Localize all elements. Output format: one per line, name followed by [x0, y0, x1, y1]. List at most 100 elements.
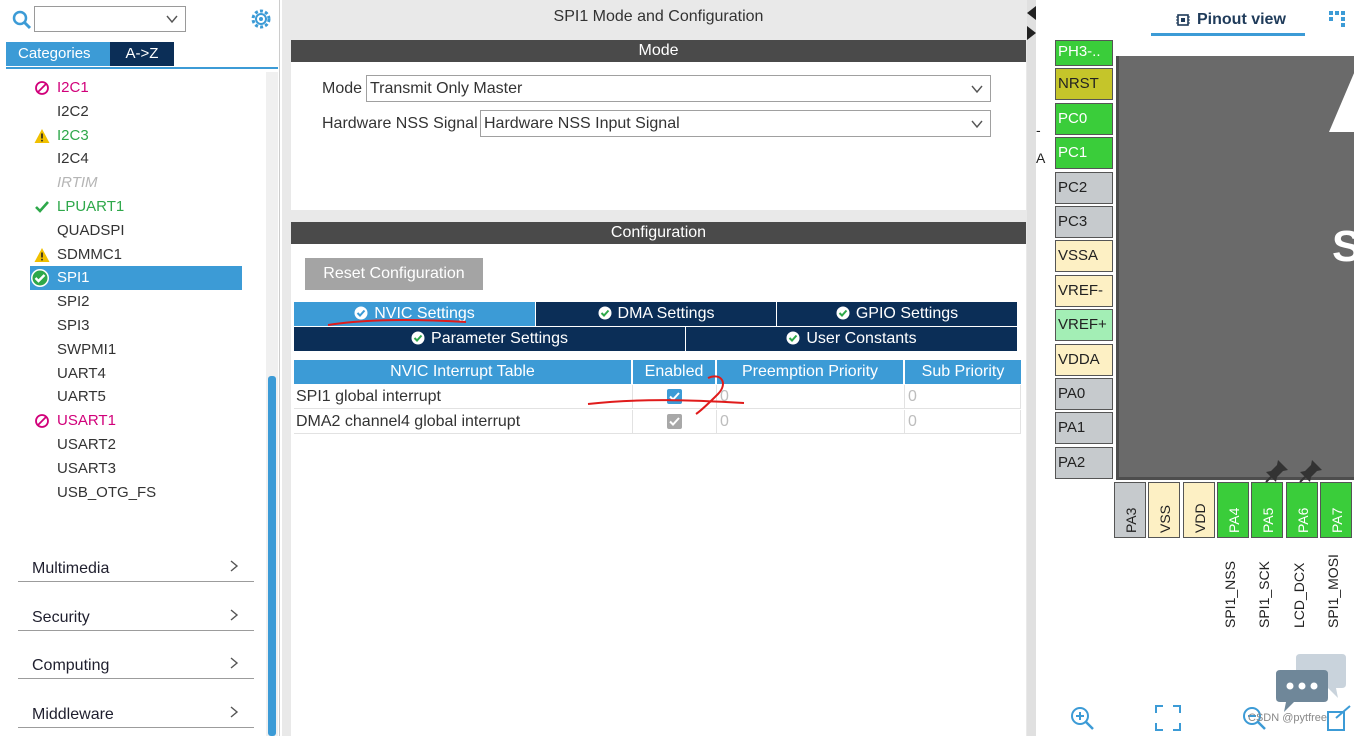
- peripheral-label: UART4: [57, 364, 106, 382]
- group-label: Multimedia: [32, 560, 110, 577]
- check-circle-icon: [836, 306, 850, 320]
- categories-panel: Categories A->Z I2C1 I2C2 I2C3 I2C4 IRTIM LPU…: [0, 0, 280, 736]
- tab-label: GPIO Settings: [855, 305, 959, 322]
- group-security[interactable]: Security: [18, 601, 254, 631]
- pin-nrst[interactable]: NRST: [1055, 68, 1113, 101]
- chevron-right-icon: [230, 609, 239, 621]
- side-mark: -: [1036, 122, 1041, 138]
- pin-label: PC1: [1058, 144, 1088, 162]
- col-header-enabled[interactable]: Enabled: [633, 360, 715, 384]
- pinout-view-button[interactable]: Pinout view: [1151, 8, 1305, 36]
- pin-vss[interactable]: VSS: [1148, 482, 1181, 538]
- peripheral-item-uart5[interactable]: UART5: [30, 385, 242, 409]
- tab-parameter-settings[interactable]: Parameter Settings: [294, 327, 686, 351]
- search-icon[interactable]: [12, 10, 32, 30]
- zoom-in-icon[interactable]: [1068, 704, 1096, 732]
- tab-a-z[interactable]: A->Z: [110, 42, 174, 66]
- tab-categories[interactable]: Categories: [6, 42, 110, 66]
- pin-pa2[interactable]: PA2: [1055, 446, 1113, 479]
- tab-label: Parameter Settings: [431, 330, 568, 347]
- mode-select[interactable]: Transmit Only Master: [366, 75, 991, 102]
- pin-pa1[interactable]: PA1: [1055, 412, 1113, 445]
- peripheral-item-usart3[interactable]: USART3: [30, 457, 242, 481]
- group-label: Middleware: [32, 706, 114, 723]
- pin-vref-[interactable]: VREF-: [1055, 274, 1113, 307]
- check-circle-icon: [786, 331, 800, 345]
- preemption-priority-cell[interactable]: 0: [717, 385, 905, 409]
- scrollbar-thumb[interactable]: [268, 376, 276, 736]
- peripheral-item-uart4[interactable]: UART4: [30, 362, 242, 386]
- pin-vdda[interactable]: VDDA: [1055, 343, 1113, 376]
- panel-splitter[interactable]: [1027, 0, 1036, 736]
- view-tabs: Categories A->Z: [6, 42, 174, 66]
- pin-pa4[interactable]: PA4: [1216, 482, 1249, 538]
- gear-icon[interactable]: [250, 8, 272, 30]
- peripheral-item-i2c3[interactable]: I2C3: [30, 124, 242, 148]
- tab-nvic-settings[interactable]: NVIC Settings: [294, 302, 536, 326]
- checkmark-icon: [35, 201, 49, 213]
- peripheral-label: QUADSPI: [57, 221, 125, 239]
- pinout-view-label: Pinout view: [1197, 11, 1286, 28]
- collapse-right-icon[interactable]: [1027, 26, 1036, 40]
- pin-vdd[interactable]: VDD: [1182, 482, 1215, 538]
- export-icon[interactable]: [1326, 704, 1354, 732]
- peripheral-item-usart2[interactable]: USART2: [30, 433, 242, 457]
- pushpin-icon: [1265, 460, 1288, 483]
- peripheral-item-spi2[interactable]: SPI2: [30, 290, 242, 314]
- peripheral-item-quadspi[interactable]: QUADSPI: [30, 219, 242, 243]
- group-label: Security: [32, 609, 90, 626]
- search-input[interactable]: [34, 6, 186, 32]
- pin-ph3-[interactable]: PH3-..: [1055, 40, 1113, 66]
- pin-label: PC0: [1058, 109, 1088, 127]
- pin-pc2[interactable]: PC2: [1055, 171, 1113, 204]
- pin-label: VDDA: [1058, 350, 1100, 368]
- peripheral-item-i2c1[interactable]: I2C1: [30, 76, 242, 100]
- pin-pc1[interactable]: PC1: [1055, 137, 1113, 170]
- group-middleware[interactable]: Middleware: [18, 698, 254, 728]
- tab-dma-settings[interactable]: DMA Settings: [536, 302, 777, 326]
- peripheral-item-usb_otg_fs[interactable]: USB_OTG_FS: [30, 481, 242, 505]
- mode-header: Mode: [291, 40, 1026, 62]
- pin-vssa[interactable]: VSSA: [1055, 240, 1113, 273]
- tab-user-constants[interactable]: User Constants: [686, 327, 1018, 351]
- fit-to-screen-icon[interactable]: [1154, 704, 1182, 732]
- pin-pa6[interactable]: PA6: [1285, 482, 1318, 538]
- peripheral-item-sdmmc1[interactable]: SDMMC1: [30, 243, 242, 267]
- peripheral-item-spi3[interactable]: SPI3: [30, 314, 242, 338]
- reset-configuration-button[interactable]: Reset Configuration: [305, 258, 483, 290]
- configuration-section: Reset Configuration NVIC Settings DMA Se…: [291, 244, 1026, 736]
- enabled-checkbox[interactable]: [667, 389, 682, 404]
- peripheral-item-i2c2[interactable]: I2C2: [30, 100, 242, 124]
- interrupt-name-cell: DMA2 channel4 global interrupt: [294, 410, 633, 434]
- collapse-left-icon[interactable]: [1027, 6, 1036, 20]
- pin-pa7[interactable]: PA7: [1319, 482, 1352, 538]
- system-view-icon[interactable]: [1328, 10, 1348, 28]
- nss-select[interactable]: Hardware NSS Input Signal: [480, 110, 991, 137]
- pin-pa3[interactable]: PA3: [1114, 482, 1146, 538]
- preemption-priority-cell: 0: [717, 410, 905, 434]
- peripheral-label: UART5: [57, 388, 106, 406]
- chevron-right-icon: [230, 706, 239, 718]
- col-header-preemption-priority[interactable]: Preemption Priority: [717, 360, 903, 384]
- col-header-interrupt-table[interactable]: NVIC Interrupt Table: [294, 360, 631, 384]
- pin-pc3[interactable]: PC3: [1055, 206, 1113, 238]
- peripheral-item-lpuart1[interactable]: LPUART1: [30, 195, 242, 219]
- peripheral-item-spi1[interactable]: SPI1: [30, 266, 242, 291]
- pin-vref-[interactable]: VREF+: [1055, 309, 1113, 342]
- sub-priority-cell[interactable]: 0: [905, 385, 1021, 409]
- col-header-sub-priority[interactable]: Sub Priority: [905, 360, 1021, 384]
- chevron-down-icon: [166, 15, 178, 24]
- pin-pa0[interactable]: PA0: [1055, 378, 1113, 410]
- pin-pa5[interactable]: PA5: [1251, 482, 1284, 538]
- tab-gpio-settings[interactable]: GPIO Settings: [777, 302, 1018, 326]
- chevron-right-icon: [230, 657, 239, 669]
- peripheral-item-usart1[interactable]: USART1: [30, 409, 242, 433]
- group-multimedia[interactable]: Multimedia: [18, 552, 254, 582]
- group-computing[interactable]: Computing: [18, 649, 254, 679]
- check-circle-icon: [598, 306, 612, 320]
- nss-label: Hardware NSS Signal: [322, 115, 478, 132]
- peripheral-item-i2c4[interactable]: I2C4: [30, 147, 242, 171]
- pin-pc0[interactable]: PC0: [1055, 102, 1113, 135]
- peripheral-label: SPI1: [57, 269, 90, 287]
- peripheral-item-swpmi1[interactable]: SWPMI1: [30, 338, 242, 362]
